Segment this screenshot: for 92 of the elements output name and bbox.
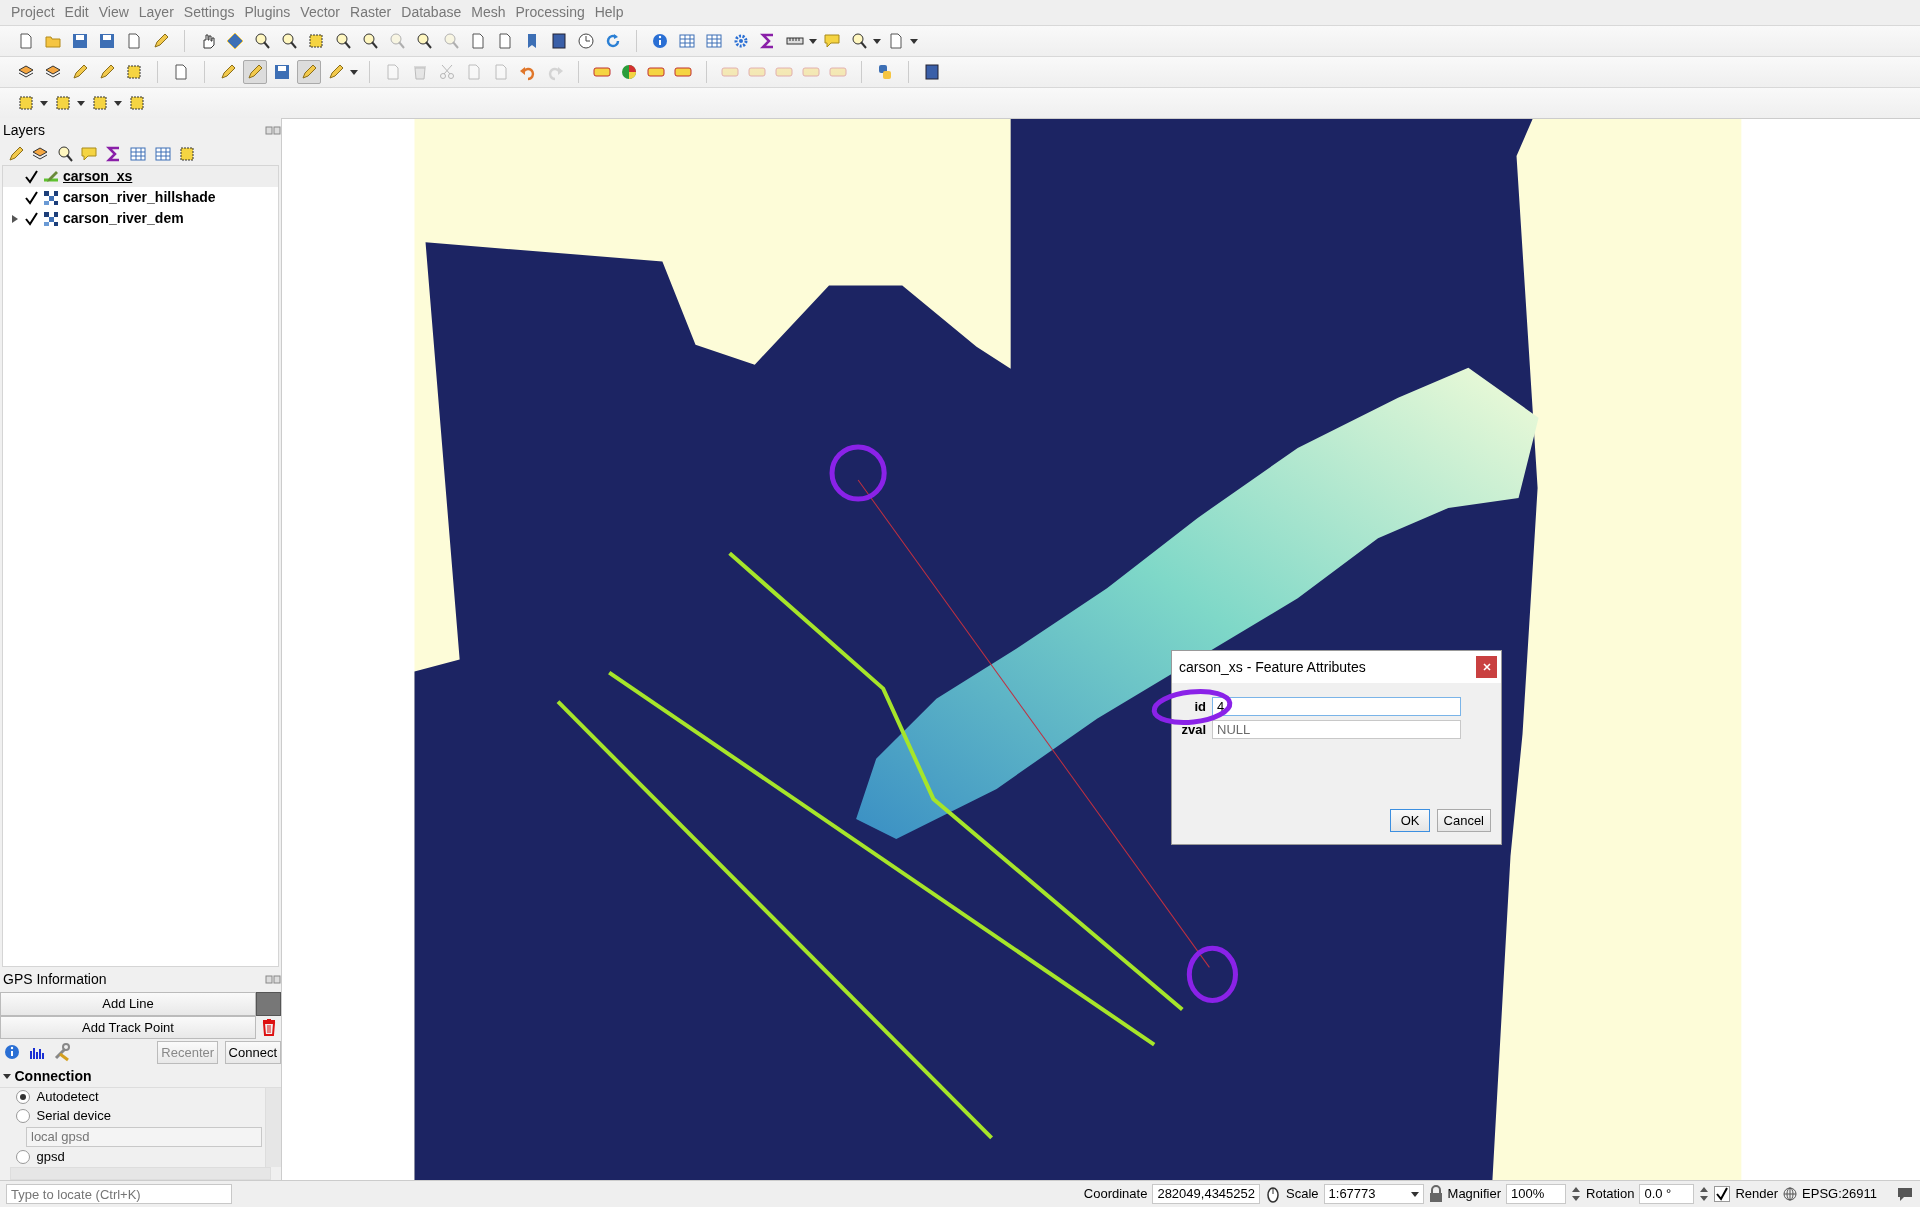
- status-label: Scale: [1286, 1185, 1319, 1204]
- raster-layer-icon: [43, 210, 59, 227]
- magnifier-spinbox[interactable]: 100%: [1506, 1184, 1566, 1204]
- field-label: id: [1193, 698, 1207, 716]
- status-label: Coordinate: [1083, 1185, 1148, 1204]
- crs-label[interactable]: EPSG:26911: [1802, 1184, 1877, 1204]
- menu-item[interactable]: Help: [589, 2, 629, 23]
- layer-row[interactable]: carson_river_dem: [3, 208, 278, 229]
- spin-arrows-icon[interactable]: [1571, 1185, 1581, 1203]
- menu-item[interactable]: Raster: [345, 2, 397, 23]
- option-label: Serial device: [36, 1107, 111, 1126]
- menu-item[interactable]: Plugins: [239, 2, 296, 23]
- close-button[interactable]: [1476, 656, 1497, 678]
- field-label: zval: [1180, 720, 1207, 739]
- spin-arrows-icon[interactable]: [1699, 1185, 1710, 1203]
- attribute-field[interactable]: NULL: [1212, 720, 1461, 739]
- color-swatch[interactable]: [256, 992, 281, 1016]
- collapse-arrow-icon[interactable]: [3, 1072, 12, 1081]
- dialog-button[interactable]: OK: [1390, 809, 1431, 832]
- host-field[interactable]: local gpsd: [26, 1126, 262, 1147]
- raster-layer-icon: [43, 189, 59, 206]
- radio-option[interactable]: gpsd: [0, 1147, 265, 1167]
- info-icon[interactable]: [3, 1043, 22, 1062]
- locator-field[interactable]: Type to locate (Ctrl+K): [6, 1184, 232, 1204]
- scale-dropdown[interactable]: 1:67773: [1323, 1184, 1424, 1204]
- status-label: Magnifier: [1447, 1185, 1501, 1204]
- checkbox[interactable]: [23, 210, 39, 227]
- layer-name: carson_river_dem: [63, 209, 184, 228]
- add-track-point-button[interactable]: Add Track Point: [0, 1015, 256, 1039]
- render-checkbox[interactable]: [1714, 1186, 1731, 1202]
- menu-item[interactable]: Mesh: [466, 2, 511, 23]
- close-icon: [1482, 663, 1491, 671]
- mouse-icon[interactable]: [1265, 1185, 1281, 1203]
- panel-title: Layers: [2, 121, 47, 140]
- radio-button[interactable]: [16, 1150, 30, 1165]
- add-line-button[interactable]: Add Line: [0, 992, 256, 1016]
- menu-item[interactable]: Edit: [59, 2, 94, 23]
- wrench-icon[interactable]: [52, 1042, 73, 1063]
- line-layer-icon: [43, 168, 59, 185]
- dialog-button[interactable]: Cancel: [1436, 809, 1491, 832]
- menu-item[interactable]: Layer: [133, 2, 179, 23]
- magnifier-tool-icon[interactable]: [55, 145, 74, 163]
- circle-annotation: [829, 444, 887, 502]
- radio-option[interactable]: Serial device: [0, 1106, 265, 1126]
- layer-name: carson_xs: [63, 167, 133, 186]
- dropdown-caret-icon[interactable]: [350, 69, 358, 75]
- table-tool-icon[interactable]: [129, 145, 147, 163]
- dropdown-caret-icon[interactable]: [910, 38, 918, 44]
- dropdown-caret-icon[interactable]: [77, 100, 85, 106]
- radio-button[interactable]: [16, 1090, 30, 1105]
- attribute-field[interactable]: 4: [1212, 697, 1461, 717]
- status-label: Rotation: [1586, 1185, 1635, 1204]
- panel-buttons-icon[interactable]: [265, 974, 281, 985]
- vertical-scrollbar[interactable]: [265, 1087, 281, 1167]
- dialog-title: carson_xs - Feature Attributes: [1179, 657, 1366, 677]
- pencil-tool-icon[interactable]: [6, 145, 25, 163]
- status-label: Render: [1735, 1185, 1779, 1204]
- menu-item[interactable]: Vector: [295, 2, 346, 23]
- checkbox[interactable]: [23, 189, 39, 206]
- menu-item[interactable]: Settings: [178, 2, 240, 23]
- radio-option[interactable]: Autodetect: [0, 1087, 265, 1107]
- lock-icon[interactable]: [1428, 1185, 1443, 1203]
- radio-button[interactable]: [16, 1109, 30, 1124]
- option-label: gpsd: [36, 1148, 65, 1167]
- menu-item[interactable]: Processing: [510, 2, 590, 23]
- expand-arrow-icon[interactable]: [11, 213, 19, 224]
- section-title: Connection: [14, 1066, 92, 1086]
- dropdown-caret-icon[interactable]: [809, 38, 817, 44]
- layer-row[interactable]: carson_river_hillshade: [3, 187, 278, 208]
- menu-item[interactable]: View: [93, 2, 134, 23]
- coordinate-field[interactable]: 282049,4345252: [1152, 1184, 1260, 1204]
- speech-bubble-tool-icon[interactable]: [80, 145, 98, 163]
- checkbox[interactable]: [23, 168, 39, 185]
- square-tool-icon[interactable]: [178, 145, 196, 163]
- panel-buttons-icon[interactable]: [265, 125, 281, 136]
- panel-title: GPS Information: [2, 970, 108, 989]
- rotation-spinbox[interactable]: 0.0 °: [1639, 1184, 1695, 1204]
- menu-item[interactable]: Project: [6, 2, 60, 23]
- messages-icon[interactable]: [1896, 1186, 1914, 1202]
- connect-button[interactable]: Connect: [224, 1040, 281, 1065]
- globe-icon[interactable]: [1783, 1187, 1798, 1201]
- dropdown-caret-icon[interactable]: [114, 100, 122, 106]
- menu-item[interactable]: Database: [396, 2, 467, 23]
- horizontal-scrollbar[interactable]: [10, 1166, 271, 1180]
- option-label: Autodetect: [36, 1088, 99, 1107]
- layer-row[interactable]: carson_xs: [3, 166, 278, 187]
- layer-name: carson_river_hillshade: [63, 188, 216, 207]
- table-tool-icon[interactable]: [153, 145, 172, 163]
- section-header[interactable]: Connection: [0, 1065, 281, 1087]
- dropdown-caret-icon[interactable]: [40, 100, 48, 106]
- circle-annotation: [1186, 945, 1238, 1003]
- dropdown-caret-icon[interactable]: [873, 38, 881, 44]
